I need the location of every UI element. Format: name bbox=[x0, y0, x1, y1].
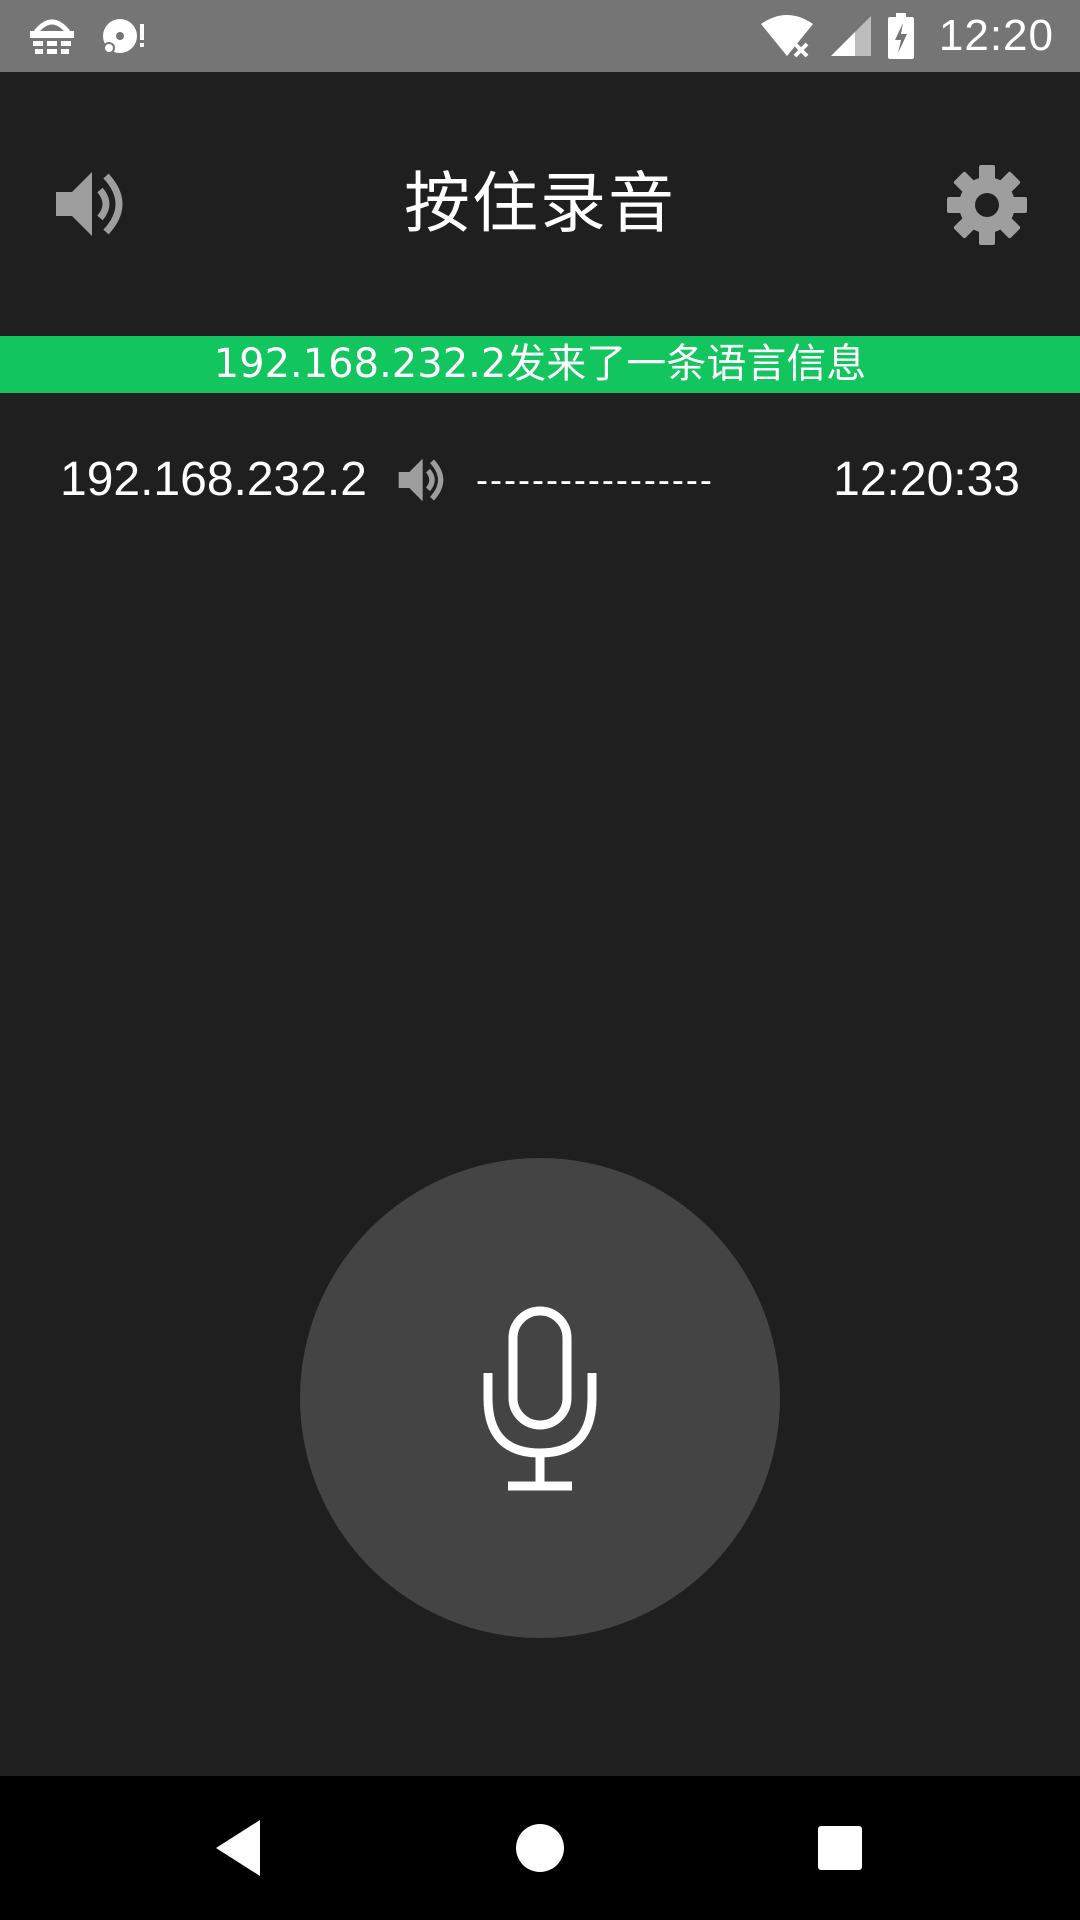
status-bar: 12:20 bbox=[0, 0, 1080, 72]
disc-alert-icon bbox=[100, 14, 146, 58]
home-icon[interactable] bbox=[504, 1812, 576, 1884]
app-screen: 12:20 按住录音 192.168.232.2发来了一条语言信息 192.16… bbox=[0, 0, 1080, 1920]
record-button[interactable] bbox=[300, 1158, 780, 1638]
back-icon[interactable] bbox=[204, 1812, 276, 1884]
status-time: 12:20 bbox=[938, 11, 1054, 60]
list-item[interactable]: 192.168.232.2 ----------------- 12:20:33 bbox=[0, 440, 1080, 520]
message-duration-bar: ----------------- bbox=[476, 459, 714, 500]
basket-icon bbox=[28, 14, 76, 58]
battery-charging-icon bbox=[887, 13, 915, 59]
recents-icon[interactable] bbox=[804, 1812, 876, 1884]
message-time: 12:20:33 bbox=[833, 453, 1020, 506]
header: 按住录音 bbox=[0, 72, 1080, 334]
navigation-bar bbox=[0, 1776, 1080, 1920]
speaker-icon[interactable] bbox=[52, 162, 136, 246]
gear-icon[interactable] bbox=[946, 164, 1028, 246]
microphone-icon bbox=[480, 1303, 600, 1493]
speaker-icon[interactable] bbox=[396, 452, 452, 508]
wifi-off-icon bbox=[759, 14, 815, 58]
notification-banner: 192.168.232.2发来了一条语言信息 bbox=[0, 336, 1080, 393]
status-right-icons: 12:20 bbox=[759, 10, 1054, 62]
page-title[interactable]: 按住录音 bbox=[240, 164, 840, 244]
status-left-icons bbox=[28, 12, 146, 60]
message-sender: 192.168.232.2 bbox=[60, 453, 367, 506]
cellular-signal-icon bbox=[829, 14, 873, 58]
